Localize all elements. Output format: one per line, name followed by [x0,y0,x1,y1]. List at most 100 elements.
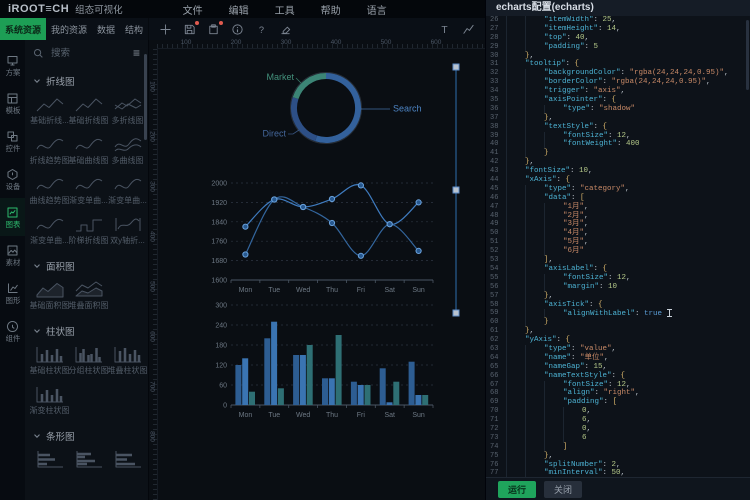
code-line-76[interactable]: 76"splitNumber": 2, [486,461,750,470]
selection-handle[interactable] [453,64,459,70]
save-icon[interactable] [183,23,196,36]
activity-item-template[interactable]: 模板 [0,84,25,122]
editor-scrollbar[interactable] [746,20,749,90]
code-line-73[interactable]: 736 [486,434,750,443]
library-scrollbar[interactable] [144,54,147,140]
library-item[interactable]: 基础折线... [30,94,69,126]
library-item[interactable]: 双y轴折... [108,214,147,246]
activity-item-widget[interactable]: 控件 [0,122,25,160]
code-line-27[interactable]: 27"itemHeight": 14, [486,25,750,34]
code-line-70[interactable]: 700, [486,407,750,416]
tab-2[interactable]: 数据 [92,18,120,40]
code-line-42[interactable]: 42}, [486,158,750,167]
canvas[interactable]: 100200300400500600 100200300400500600700… [148,40,485,500]
code-line-71[interactable]: 716, [486,416,750,425]
activity-item-monitor[interactable]: 方案 [0,46,25,84]
plus-icon[interactable] [159,23,172,36]
clear-icon[interactable] [279,23,292,36]
code-line-41[interactable]: 41} [486,149,750,158]
search-input[interactable] [49,47,128,60]
selection-handle[interactable] [453,310,459,316]
code-line-46[interactable]: 46"data": [ [486,194,750,203]
help-icon[interactable]: ? [255,23,268,36]
code-line-54[interactable]: 54"axisLabel": { [486,265,750,274]
library-item[interactable]: 基础面积图 [30,279,69,311]
pie-chart-widget[interactable]: SearchDirectMarket [262,72,421,144]
library-item[interactable] [69,449,108,471]
selection-handle[interactable] [453,187,459,193]
run-button[interactable]: 运行 [498,481,536,498]
library-item[interactable]: 基础曲线图 [69,134,108,166]
activity-item-material[interactable]: 素材 [0,236,25,274]
library-item[interactable]: 曲线趋势图 [30,174,69,206]
code-line-28[interactable]: 28"top": 40, [486,34,750,43]
code-line-33[interactable]: 33"borderColor": "rgba(24,24,24,0.95)", [486,78,750,87]
code-line-75[interactable]: 75}, [486,452,750,461]
polyline-tool-icon[interactable] [462,23,475,36]
activity-item-device[interactable]: 设备 [0,160,25,198]
code-line-34[interactable]: 34"trigger": "axis", [486,87,750,96]
code-line-31[interactable]: 31"tooltip": { [486,60,750,69]
code-line-37[interactable]: 37}, [486,114,750,123]
library-item[interactable]: 渐变柱状图 [30,384,69,416]
section-header-2[interactable]: 柱状图 [25,316,148,341]
info-icon[interactable] [231,23,244,36]
code-line-69[interactable]: 69"padding": [ [486,398,750,407]
code-line-51[interactable]: 51"5月", [486,238,750,247]
code-line-30[interactable]: 30}, [486,52,750,61]
section-header-0[interactable]: 折线图 [25,66,148,91]
clipboard-icon[interactable] [207,23,220,36]
code-line-64[interactable]: 64"name": "单位", [486,354,750,363]
code-line-65[interactable]: 65"nameGap": 15, [486,363,750,372]
library-item[interactable]: 渐变单曲... [69,174,108,206]
library-item[interactable]: 多曲线图 [108,134,147,166]
bar-chart-widget[interactable]: 060120180240300MonTueWedThuFriSatSun [215,303,433,420]
code-line-57[interactable]: 57}, [486,292,750,301]
code-line-52[interactable]: 52"6月" [486,247,750,256]
code-line-29[interactable]: 29"padding": 5 [486,43,750,52]
code-line-36[interactable]: 36"type": "shadow" [486,105,750,114]
code-line-74[interactable]: 74] [486,443,750,452]
code-editor[interactable]: 26"itemWidth": 25,27"itemHeight": 14,28"… [486,16,750,478]
code-line-40[interactable]: 40"fontWeight": 400 [486,140,750,149]
menu-icon[interactable]: ≡ [133,47,140,59]
library-item[interactable]: 基础柱状图 [30,344,69,376]
code-line-45[interactable]: 45"type": "category", [486,185,750,194]
activity-item-chart[interactable]: 图表 [0,198,25,236]
code-line-62[interactable]: 62"yAxis": { [486,336,750,345]
code-line-47[interactable]: 47"1月", [486,203,750,212]
code-line-58[interactable]: 58"axisTick": { [486,301,750,310]
line-chart-widget[interactable]: 160016801760184019202000MonTueWedThuFriS… [211,181,433,295]
library-item[interactable]: 分组柱状图 [69,344,108,376]
library-item[interactable]: 多折线图 [108,94,147,126]
code-line-63[interactable]: 63"type": "value", [486,345,750,354]
library-item[interactable]: 阶梯折线图 [69,214,108,246]
activity-item-component[interactable]: 组件 [0,312,25,350]
section-header-3[interactable]: 条形图 [25,421,148,446]
activity-item-shape[interactable]: 图形 [0,274,25,312]
code-line-39[interactable]: 39"fontSize": 12, [486,132,750,141]
library-item[interactable]: 折线趋势图 [30,134,69,166]
menu-item-0[interactable]: 文件 [183,2,203,17]
code-line-67[interactable]: 67"fontSize": 12, [486,381,750,390]
code-line-68[interactable]: 68"align": "right", [486,389,750,398]
tab-3[interactable]: 结构 [120,18,148,40]
tab-1[interactable]: 我的资源 [46,18,92,40]
code-line-53[interactable]: 53], [486,256,750,265]
library-item[interactable]: 渐变单曲... [30,214,69,246]
code-line-26[interactable]: 26"itemWidth": 25, [486,16,750,25]
text-tool-icon[interactable]: T [438,23,451,36]
library-item[interactable] [30,449,69,471]
menu-item-4[interactable]: 语言 [367,2,387,17]
code-line-38[interactable]: 38"textStyle": { [486,123,750,132]
code-line-55[interactable]: 55"fontSize": 12, [486,274,750,283]
code-line-72[interactable]: 720, [486,425,750,434]
code-line-50[interactable]: 50"4月", [486,229,750,238]
code-line-59[interactable]: 59"alignWithLabel": true [486,309,750,318]
code-line-48[interactable]: 48"2月", [486,212,750,221]
library-item[interactable]: 基础折线图 [69,94,108,126]
code-line-61[interactable]: 61}, [486,327,750,336]
code-line-44[interactable]: 44"xAxis": { [486,176,750,185]
library-item[interactable]: 渐变单曲... [108,174,147,206]
code-line-49[interactable]: 49"3月", [486,220,750,229]
